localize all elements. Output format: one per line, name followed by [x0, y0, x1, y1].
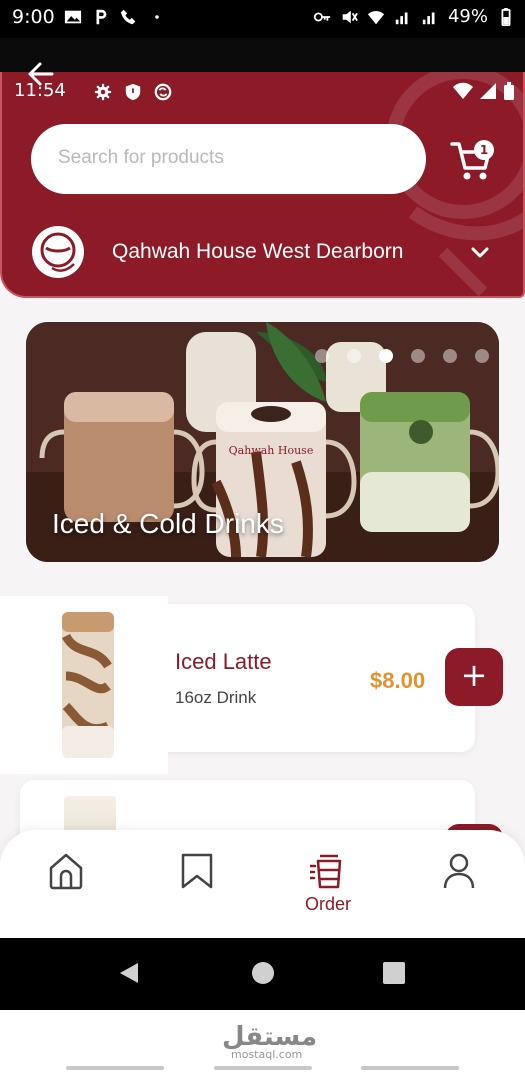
- carousel-indicator: [315, 349, 489, 363]
- app-header: 11:54 Search for products 1 Qahwah House…: [0, 72, 525, 298]
- signal-icon: [395, 12, 408, 24]
- back-arrow-icon[interactable]: [26, 60, 56, 88]
- settings-icon: [94, 83, 112, 101]
- recents-square-icon[interactable]: [381, 960, 407, 986]
- carousel-dot-active[interactable]: [379, 349, 393, 363]
- search-field[interactable]: Search for products: [31, 124, 426, 194]
- key-icon: [313, 12, 331, 21]
- wifi-icon: [367, 10, 385, 24]
- nav-order-label: Order: [304, 894, 351, 914]
- search-placeholder: Search for products: [58, 147, 224, 168]
- gallery-icon: [64, 10, 82, 24]
- wifi-icon: [453, 82, 473, 99]
- call-icon: [120, 9, 136, 25]
- product-price: $8.00: [370, 668, 426, 693]
- divider: [361, 1066, 459, 1070]
- battery-percent: 49%: [447, 6, 488, 27]
- signal-icon: [422, 12, 435, 24]
- carousel-dot[interactable]: [315, 349, 329, 363]
- nav-saved[interactable]: [167, 852, 227, 922]
- cup-print: Qahwah House: [229, 444, 314, 457]
- profile-icon: [443, 853, 475, 889]
- carousel-dot[interactable]: [411, 349, 425, 363]
- system-navigation-bar: [0, 938, 525, 1010]
- sync-icon: [154, 83, 172, 101]
- home-icon: [49, 853, 83, 890]
- store-logo: [32, 226, 84, 278]
- battery-icon: [504, 82, 514, 100]
- nav-order[interactable]: Order: [298, 852, 358, 922]
- chevron-down-icon[interactable]: [470, 246, 490, 260]
- bookmark-icon: [181, 853, 213, 889]
- divider: [66, 1066, 164, 1070]
- watermark-footer: مستقل mostaql.com: [0, 1010, 525, 1080]
- divider: [214, 1066, 312, 1070]
- cart-count-badge: 1: [474, 140, 494, 160]
- add-to-cart-button[interactable]: +: [445, 648, 503, 706]
- shield-icon: [125, 83, 141, 101]
- product-description: 16oz Drink: [175, 688, 257, 707]
- product-image: [0, 596, 168, 774]
- cup-order-icon: [310, 854, 342, 889]
- device-time: 9:00: [12, 6, 55, 28]
- mute-icon: [342, 10, 358, 23]
- back-triangle-icon[interactable]: [116, 960, 142, 986]
- battery-icon: [501, 7, 511, 26]
- carousel-dot[interactable]: [443, 349, 457, 363]
- carousel-dot[interactable]: [475, 349, 489, 363]
- dot-icon: [155, 15, 159, 19]
- banner-title: Iced & Cold Drinks: [52, 508, 284, 539]
- bottom-navigation: Order: [0, 830, 525, 938]
- device-status-bar: 9:00 49%: [0, 0, 525, 38]
- parking-icon: [96, 9, 107, 25]
- product-name[interactable]: Iced Latte: [175, 649, 272, 675]
- app-status-bar: 11:54: [14, 80, 519, 104]
- signal-icon: [480, 83, 496, 99]
- home-circle-icon[interactable]: [250, 960, 276, 986]
- nav-profile[interactable]: [429, 852, 489, 922]
- watermark-domain: mostaql.com: [231, 1048, 303, 1061]
- carousel-dot[interactable]: [347, 349, 361, 363]
- plus-icon: +: [460, 656, 488, 694]
- store-name[interactable]: Qahwah House West Dearborn: [112, 240, 403, 264]
- app-screen: 11:54 Search for products 1 Qahwah House…: [0, 38, 525, 938]
- promo-banner[interactable]: Qahwah House Iced & Cold Drinks: [26, 322, 499, 562]
- nav-home[interactable]: [36, 852, 96, 922]
